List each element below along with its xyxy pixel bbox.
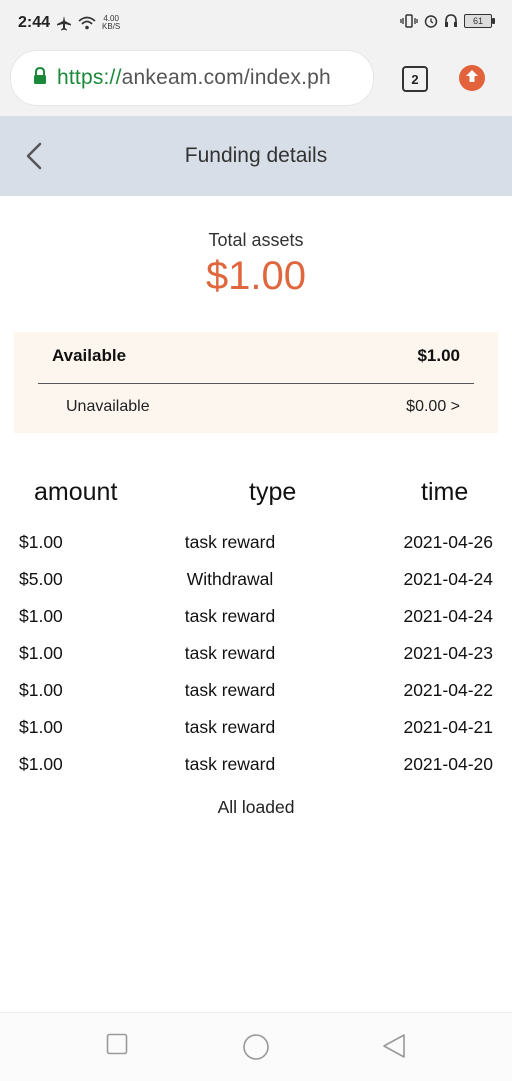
triangle-back-icon: [381, 1034, 407, 1063]
row-type: Withdrawal: [186, 569, 274, 589]
table-row: $1.00 task reward 2021-04-24: [0, 601, 512, 638]
table-row: $1.00 task reward 2021-04-23: [0, 638, 512, 675]
list-end-label: All loaded: [217, 797, 295, 817]
network-speed: 4.00 KB/S: [102, 15, 120, 31]
tab-switcher-button[interactable]: 2: [402, 66, 428, 92]
column-header-amount: amount: [34, 478, 118, 506]
url-scheme: https://: [57, 66, 122, 89]
lock-icon: [33, 66, 47, 90]
alarm-icon: [424, 14, 438, 28]
status-right: 61: [400, 14, 495, 28]
table-row: $1.00 task reward 2021-04-20: [0, 749, 512, 786]
row-time: 2021-04-22: [403, 680, 493, 700]
url-host: ankeam.com/index.ph: [121, 66, 331, 89]
page-header: Funding details: [0, 116, 512, 196]
row-time: 2021-04-20: [403, 754, 493, 774]
address-bar[interactable]: https://ankeam.com/index.ph: [10, 50, 374, 106]
table-row: $1.00 task reward 2021-04-26: [0, 527, 512, 564]
available-value: $1.00: [417, 346, 460, 365]
unavailable-value[interactable]: $0.00 >: [406, 398, 460, 416]
circle-icon: [242, 1034, 270, 1065]
row-time: 2021-04-21: [403, 717, 493, 737]
chevron-left-icon: [22, 142, 46, 176]
browser-toolbar: https://ankeam.com/index.ph 2: [0, 50, 512, 116]
page-title: Funding details: [184, 144, 328, 167]
vibrate-icon: [400, 14, 418, 28]
row-type: task reward: [184, 754, 276, 774]
total-assets-label: Total assets: [208, 230, 304, 250]
row-amount: $1.00: [19, 532, 63, 552]
row-type: task reward: [184, 717, 276, 737]
total-assets-value: $1.00: [205, 254, 307, 298]
status-time: 2:44: [18, 14, 51, 31]
battery-icon: 61: [464, 14, 495, 28]
status-bar: 2:44 4.00 KB/S 61: [0, 0, 512, 50]
records-table-header: amount type time: [0, 474, 512, 514]
square-icon: [106, 1033, 128, 1059]
status-left: 2:44 4.00 KB/S: [18, 14, 120, 32]
row-amount: $1.00: [19, 754, 63, 774]
url-text[interactable]: https://ankeam.com/index.ph: [57, 66, 331, 90]
system-back-button[interactable]: [381, 1033, 407, 1064]
balance-summary-card: Available $1.00 Unavailable $0.00 >: [14, 332, 498, 433]
available-label: Available: [52, 346, 127, 365]
row-amount: $1.00: [19, 717, 63, 737]
row-time: 2021-04-23: [403, 643, 493, 663]
row-type: task reward: [184, 643, 276, 663]
summary-divider: [38, 383, 474, 384]
airplane-icon: [56, 15, 72, 31]
row-type: task reward: [184, 606, 276, 626]
row-time: 2021-04-24: [403, 569, 493, 589]
network-speed-unit: KB/S: [102, 22, 121, 31]
back-button[interactable]: [22, 140, 46, 172]
row-type: task reward: [184, 532, 276, 552]
unavailable-label: Unavailable: [66, 398, 150, 415]
system-navigation-bar: [0, 1012, 512, 1081]
row-time: 2021-04-24: [403, 606, 493, 626]
row-amount: $1.00: [19, 606, 63, 626]
row-amount: $5.00: [19, 569, 63, 589]
row-type: task reward: [184, 680, 276, 700]
table-row: $1.00 task reward 2021-04-22: [0, 675, 512, 712]
recent-apps-button[interactable]: [106, 1033, 128, 1060]
unavailable-row[interactable]: Unavailable $0.00 >: [66, 398, 460, 416]
row-amount: $1.00: [19, 643, 63, 663]
update-button[interactable]: [459, 65, 485, 91]
row-time: 2021-04-26: [403, 532, 493, 552]
table-row: $5.00 Withdrawal 2021-04-24: [0, 564, 512, 601]
headphones-icon: [444, 14, 458, 28]
arrow-up-icon: [465, 69, 479, 88]
records-list: $1.00 task reward 2021-04-26 $5.00 Withd…: [0, 527, 512, 786]
row-amount: $1.00: [19, 680, 63, 700]
wifi-icon: [78, 16, 96, 30]
column-header-type: type: [249, 478, 297, 506]
column-header-time: time: [421, 478, 469, 506]
table-row: $1.00 task reward 2021-04-21: [0, 712, 512, 749]
home-button[interactable]: [242, 1033, 270, 1066]
available-row: Available $1.00: [52, 346, 460, 366]
